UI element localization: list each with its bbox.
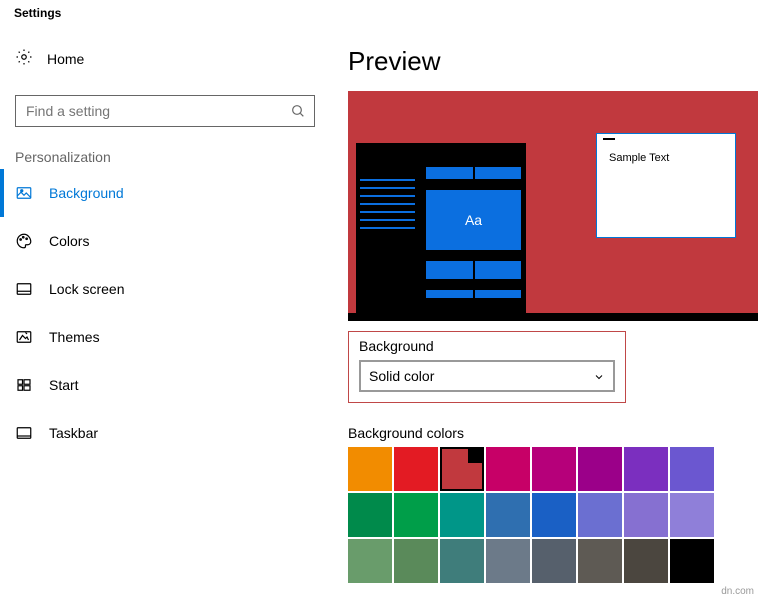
color-swatch[interactable] [486,447,530,491]
window-title: Settings [0,0,758,20]
color-swatch[interactable] [578,447,622,491]
color-swatch[interactable] [348,447,392,491]
preview-heading: Preview [348,46,758,77]
sidebar-item-themes[interactable]: Themes [0,313,338,361]
color-swatch[interactable] [578,493,622,537]
background-label: Background [359,338,615,354]
lock-screen-icon [15,280,33,298]
sidebar-item-background[interactable]: Background [0,169,338,217]
sidebar: Home Personalization Background [0,20,338,583]
color-swatch[interactable] [670,539,714,583]
sidebar-item-label: Themes [49,329,100,345]
search-icon [290,103,306,119]
preview-sample-window: Sample Text [596,133,736,238]
color-swatch[interactable] [486,493,530,537]
chevron-down-icon [593,370,605,382]
color-swatches [348,447,716,583]
color-swatch[interactable] [670,493,714,537]
sidebar-item-label: Start [49,377,79,393]
start-icon [15,376,33,394]
color-swatch[interactable] [348,493,392,537]
color-swatch[interactable] [440,539,484,583]
color-swatch[interactable] [440,493,484,537]
color-swatch[interactable] [670,447,714,491]
taskbar-icon [15,424,33,442]
background-colors-label: Background colors [348,425,758,441]
color-swatch[interactable] [532,493,576,537]
sidebar-item-lock-screen[interactable]: Lock screen [0,265,338,313]
search-field[interactable] [24,102,290,120]
background-dropdown[interactable]: Solid color [359,360,615,392]
background-section: Background Solid color [348,331,626,403]
home-nav[interactable]: Home [0,20,338,69]
search-input[interactable] [15,95,315,127]
preview-taskbar [348,313,758,321]
color-swatch[interactable] [624,447,668,491]
section-header-personalization: Personalization [0,127,338,169]
preview-start-menu: Aa [356,143,526,313]
sidebar-item-taskbar[interactable]: Taskbar [0,409,338,457]
sidebar-item-label: Taskbar [49,425,98,441]
color-swatch[interactable] [394,447,438,491]
color-swatch[interactable] [394,493,438,537]
color-swatch[interactable] [624,539,668,583]
sidebar-item-label: Colors [49,233,89,249]
color-swatch[interactable] [532,447,576,491]
home-label: Home [47,51,84,67]
sidebar-item-start[interactable]: Start [0,361,338,409]
color-swatch[interactable] [486,539,530,583]
sidebar-item-label: Background [49,185,124,201]
color-swatch[interactable] [624,493,668,537]
palette-icon [15,232,33,250]
watermark-text: dn.com [721,586,754,597]
picture-icon [15,184,33,202]
sidebar-item-label: Lock screen [49,281,124,297]
color-swatch[interactable] [394,539,438,583]
themes-icon [15,328,33,346]
gear-icon [15,48,33,69]
background-selected-value: Solid color [369,368,434,384]
color-swatch[interactable] [532,539,576,583]
color-swatch[interactable] [440,447,484,491]
main-panel: Preview Aa Sample Text [338,20,758,583]
preview-tiles: Aa [426,167,521,307]
preview-aa-tile: Aa [426,190,521,250]
color-swatch[interactable] [348,539,392,583]
sample-text-label: Sample Text [609,152,669,164]
sidebar-item-colors[interactable]: Colors [0,217,338,265]
desktop-preview: Aa Sample Text [348,91,758,321]
color-swatch[interactable] [578,539,622,583]
